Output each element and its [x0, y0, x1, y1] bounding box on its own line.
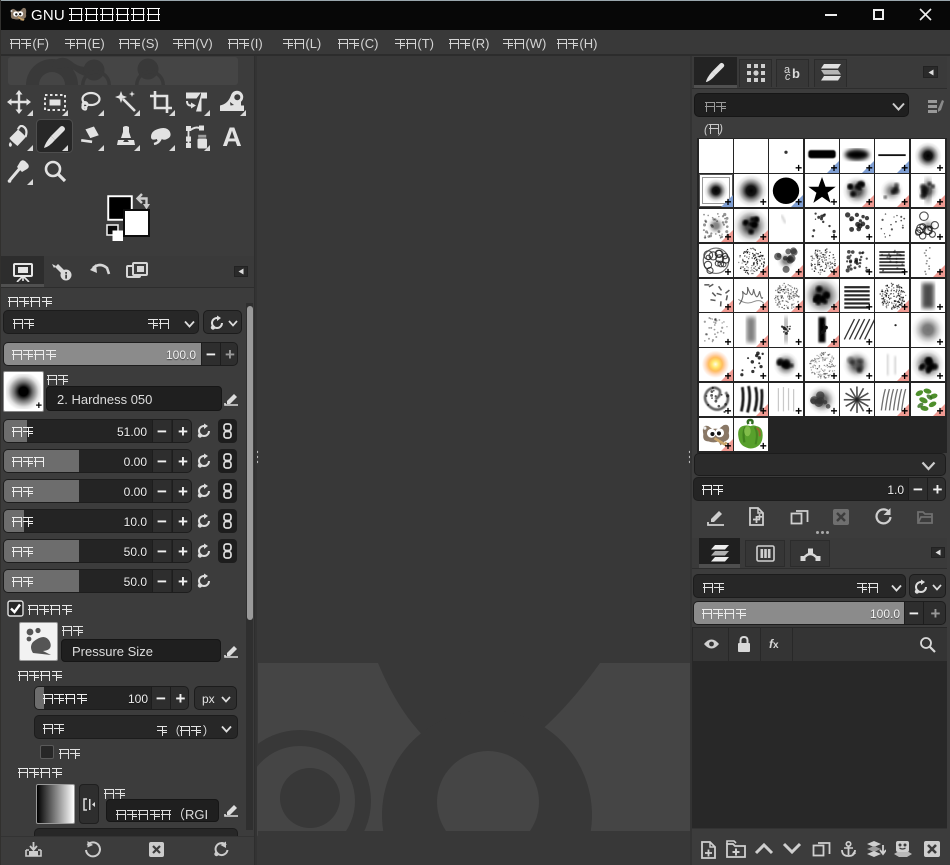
svg-text:A: A	[222, 125, 242, 149]
